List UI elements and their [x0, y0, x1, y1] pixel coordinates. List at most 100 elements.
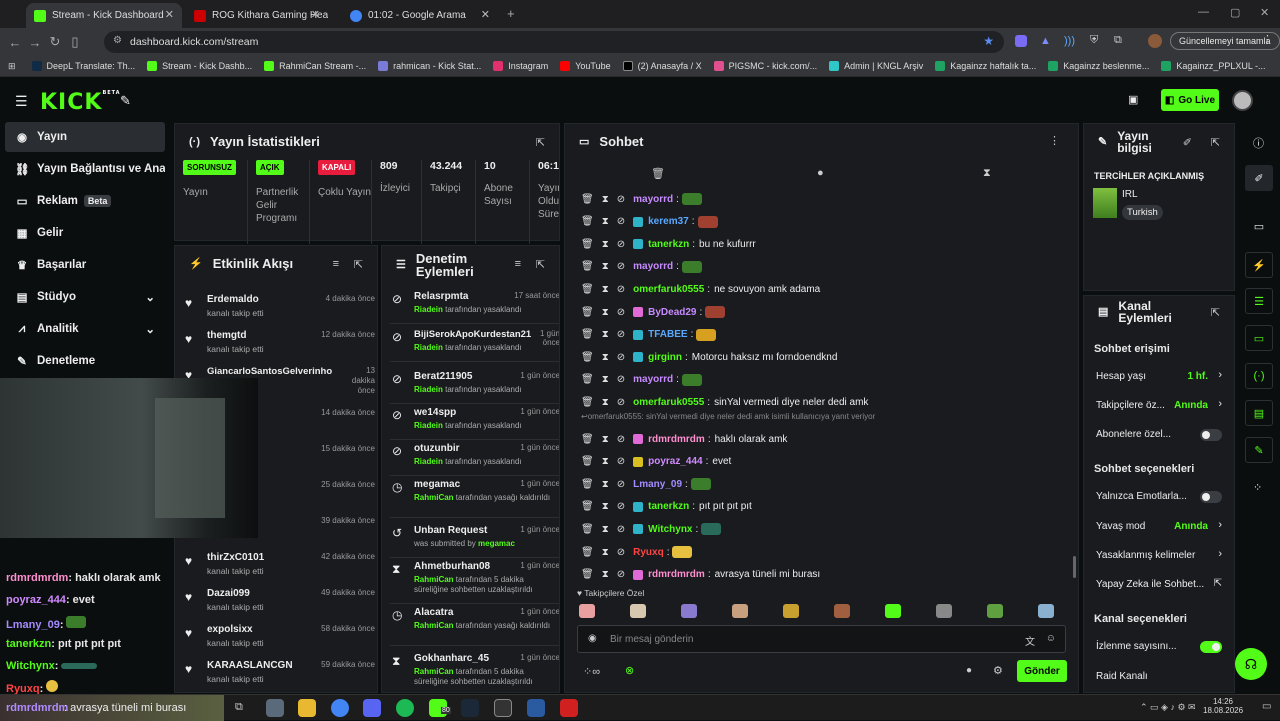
chat-username[interactable]: mayorrd: [633, 374, 673, 385]
emote-icon[interactable]: [681, 604, 697, 618]
trash-icon[interactable]: 🗑: [581, 479, 594, 490]
bookmark-item[interactable]: Instagram: [493, 61, 548, 71]
menu-dots-icon[interactable]: ⋮: [1049, 134, 1060, 147]
bookmark-item[interactable]: Kagainzz_PPLXUL -...: [1161, 61, 1266, 71]
popout-icon[interactable]: ⇱: [536, 136, 545, 149]
translate-icon[interactable]: 文: [1025, 633, 1035, 648]
hourglass-icon[interactable]: ⧗: [602, 374, 609, 385]
trash-icon[interactable]: 🗑: [581, 524, 594, 535]
ban-icon[interactable]: ⊘: [617, 456, 625, 467]
chat-message[interactable]: 🗑 ⧗ ⊘ poyraz_444: evet: [581, 453, 731, 471]
chat-username[interactable]: ByDead29: [648, 307, 696, 318]
app-icon[interactable]: [560, 699, 578, 717]
chat-username[interactable]: mayorrd: [633, 261, 673, 272]
hourglass-icon[interactable]: ⧗: [602, 434, 609, 445]
hourglass-icon[interactable]: ⧗: [602, 397, 609, 408]
go-live-button[interactable]: ◧ Go Live: [1161, 89, 1219, 111]
hourglass-icon[interactable]: ⧗: [602, 524, 609, 535]
chat-message[interactable]: 🗑 ⧗ ⊘ Witchynx:: [581, 520, 722, 538]
hourglass-icon[interactable]: ⧗: [602, 284, 609, 295]
menu-dots-icon[interactable]: ⋮: [1262, 33, 1273, 46]
chrome-icon[interactable]: [331, 699, 349, 717]
emote-icon[interactable]: [630, 604, 646, 618]
info-icon[interactable]: ⓘ: [1253, 135, 1264, 151]
popout-icon[interactable]: ⇱: [536, 258, 545, 271]
popout-icon[interactable]: ⇱: [1211, 306, 1220, 319]
chat-message[interactable]: 🗑 ⧗ ⊘ Ryuxq:: [581, 543, 693, 561]
app-icon[interactable]: [527, 699, 545, 717]
tab-rog[interactable]: ROG Kithara Gaming Headset | ✕: [186, 3, 328, 28]
external-link-icon[interactable]: ⇱: [1214, 578, 1222, 589]
bookmark-item[interactable]: (2) Anasayfa / X: [622, 61, 702, 71]
bookmark-star-icon[interactable]: ★: [983, 34, 994, 48]
chat-username[interactable]: tanerkzn: [648, 501, 689, 512]
window-close-icon[interactable]: ✕: [1260, 6, 1269, 19]
chat-username[interactable]: Lmany_09: [633, 479, 682, 490]
sidebar-item-analitik[interactable]: ⩘ Analitik ⌄: [5, 314, 165, 344]
trash-icon[interactable]: 🗑: [581, 456, 594, 467]
steam-icon[interactable]: [461, 699, 479, 717]
shield-icon[interactable]: ⛨: [1090, 34, 1098, 47]
trash-icon[interactable]: 🗑: [581, 547, 594, 558]
channel-icon[interactable]: ▤: [1245, 400, 1273, 426]
emotes-only-toggle[interactable]: [1200, 491, 1222, 503]
chat-username[interactable]: TFABEE: [648, 329, 687, 340]
ban-icon[interactable]: ⊘: [617, 501, 625, 512]
trash-icon[interactable]: 🗑: [581, 374, 594, 385]
chat-message[interactable]: 🗑 ⧗ ⊘ mayorrd:: [581, 371, 702, 389]
broadcast-icon[interactable]: (·): [1245, 363, 1273, 389]
chat-username[interactable]: mayorrd: [633, 194, 673, 205]
url-input[interactable]: ⚙ dashboard.kick.com/stream ★: [104, 31, 1004, 53]
emote-icon[interactable]: [579, 604, 595, 618]
apps-grid-icon[interactable]: ⊞: [8, 61, 16, 72]
hourglass-icon[interactable]: ⧗: [602, 569, 609, 580]
bookmark-item[interactable]: Kagainzz beslenme...: [1048, 61, 1149, 71]
emote-icon[interactable]: [987, 604, 1003, 618]
chat-message[interactable]: 🗑 ⧗ ⊘ ByDead29:: [581, 303, 726, 321]
maximize-icon[interactable]: ▢: [1230, 6, 1240, 19]
edit-icon[interactable]: ✐: [1245, 165, 1273, 191]
chat-message[interactable]: 🗑 ⧗ ⊘ omerfaruk0555: sinYal vermedi diye nel…: [581, 393, 868, 411]
chat-bubble-icon[interactable]: ●: [817, 167, 824, 179]
emote-icon[interactable]: [936, 604, 952, 618]
list-icon[interactable]: ☰: [1245, 288, 1273, 314]
infinity-icon[interactable]: ⁘∞: [583, 665, 600, 678]
viewer-count-toggle[interactable]: [1200, 641, 1222, 653]
ban-icon[interactable]: ⊘: [617, 569, 625, 580]
chat-message[interactable]: 🗑 ⧗ ⊘ tanerkzn: pıt pıt pıt pıt: [581, 498, 752, 516]
tray-icons[interactable]: ⌃ ▭ ◈ ♪ ⚙ ✉: [1140, 702, 1196, 713]
hourglass-icon[interactable]: ⧗: [983, 167, 991, 180]
extension-icon[interactable]: ))): [1064, 35, 1075, 47]
sidebar-item-stream-key[interactable]: ⛓Yayın Bağlantısı ve Anahtarı: [5, 154, 165, 184]
sidebar-item-yayin[interactable]: ◉ Yayın: [5, 122, 165, 152]
minimize-icon[interactable]: —: [1198, 6, 1209, 18]
ban-icon[interactable]: ⊘: [617, 239, 625, 250]
chat-message[interactable]: 🗑 ⧗ ⊘ rdmrdmrdm: avrasya tüneli mi burası: [581, 566, 820, 584]
emoji-icon[interactable]: ☺: [1046, 633, 1056, 644]
chat-settings-bubble-icon[interactable]: ●: [966, 665, 972, 676]
emote-icon[interactable]: [732, 604, 748, 618]
ban-icon[interactable]: ⊘: [617, 397, 625, 408]
sidebar-item-denetleme[interactable]: ✎ Denetleme: [5, 346, 165, 376]
close-icon[interactable]: ✕: [481, 8, 490, 21]
chat-message[interactable]: 🗑 ⧗ ⊘ tanerkzn: bu ne kufurrr: [581, 235, 756, 253]
chat-username[interactable]: kerem37: [648, 216, 689, 227]
hourglass-icon[interactable]: ⧗: [602, 307, 609, 318]
kick-icon[interactable]: ⊗: [625, 664, 634, 677]
profile-avatar[interactable]: [1148, 34, 1162, 48]
hourglass-icon[interactable]: ⧗: [602, 216, 609, 227]
notification-icon[interactable]: ▭: [1262, 701, 1271, 712]
bookmark-item[interactable]: rahmican - Kick Stat...: [378, 61, 481, 71]
ban-icon[interactable]: ⊘: [617, 284, 625, 295]
hourglass-icon[interactable]: ⧗: [602, 501, 609, 512]
filter-icon[interactable]: ≡: [333, 258, 339, 270]
chat-username[interactable]: Witchynx: [648, 524, 692, 535]
bookmark-item[interactable]: Kagainzz haftalık ta...: [935, 61, 1036, 71]
ban-icon[interactable]: ⊘: [617, 374, 625, 385]
ban-icon[interactable]: ⊘: [617, 479, 625, 490]
sidebar-item-reklam[interactable]: ▭ Reklam Beta: [5, 186, 165, 216]
ban-icon[interactable]: ⊘: [617, 216, 625, 227]
extension-icon[interactable]: ▲: [1040, 35, 1051, 47]
chat-message[interactable]: 🗑 ⧗ ⊘ Lmany_09:: [581, 475, 711, 493]
sidepanel-icon[interactable]: ▯: [65, 34, 85, 50]
